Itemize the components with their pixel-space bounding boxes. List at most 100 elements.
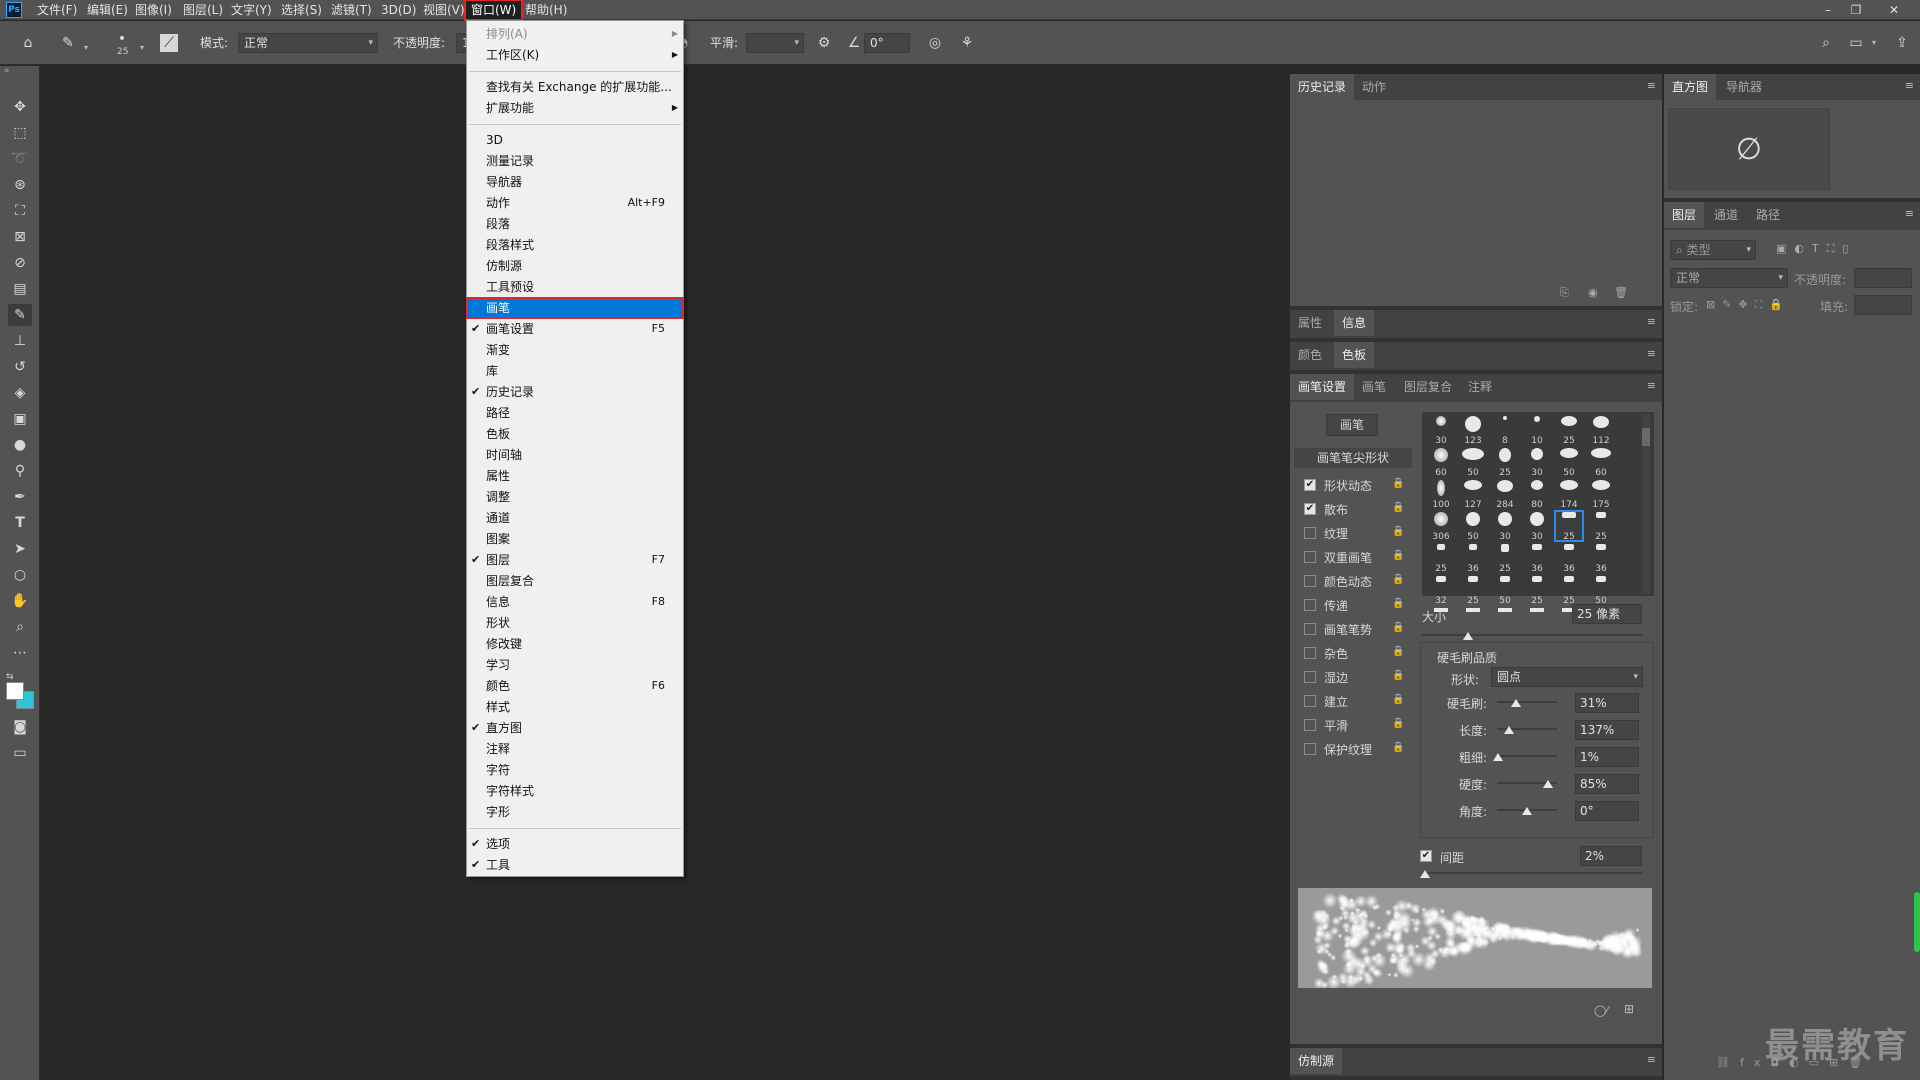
brush-tip-shape-item[interactable]: 画笔笔尖形状 <box>1294 448 1412 468</box>
frame-tool-icon[interactable]: ⊠ <box>8 226 32 248</box>
brush-tip-item[interactable]: 123 <box>1458 414 1488 446</box>
brush-option-label[interactable]: 杂色 <box>1324 645 1348 662</box>
type-tool-icon[interactable]: T <box>8 512 32 534</box>
panel-menu-icon[interactable]: ≡ <box>1647 79 1656 92</box>
collapse-icon[interactable]: » <box>4 66 10 76</box>
tab-histogram[interactable]: 直方图 <box>1664 74 1717 100</box>
window-menu-item[interactable]: 样式 <box>467 697 683 717</box>
brush-option-label[interactable]: 散布 <box>1324 501 1348 518</box>
brush-tip-item[interactable]: 36 <box>1554 542 1584 574</box>
window-menu-item[interactable]: 调整 <box>467 487 683 507</box>
window-menu-item[interactable]: 段落样式 <box>467 235 683 255</box>
brush-tip-item[interactable]: 284 <box>1490 478 1520 510</box>
brush-option-checkbox[interactable] <box>1304 743 1316 755</box>
brush-option-checkbox[interactable] <box>1304 599 1316 611</box>
brush-tip-item[interactable]: 8 <box>1490 414 1520 446</box>
brush-tip-item[interactable]: 36 <box>1458 542 1488 574</box>
quick-mask-icon[interactable]: ◙ <box>8 716 32 738</box>
bristle-slider-thumb[interactable] <box>1510 699 1521 707</box>
layer-fill-input[interactable] <box>1854 295 1912 315</box>
new-brush-icon[interactable]: ⊞ <box>1624 1002 1634 1016</box>
brush-tip-item[interactable]: 50 <box>1490 574 1520 606</box>
window-menu-item[interactable]: 3D <box>467 130 683 150</box>
tab-channels[interactable]: 通道 <box>1706 202 1746 228</box>
panel-menu-icon[interactable]: ≡ <box>1647 1053 1656 1066</box>
brush-tip-item[interactable]: 306 <box>1426 510 1456 542</box>
tab-clone-source[interactable]: 仿制源 <box>1290 1048 1343 1074</box>
brush-tip-item[interactable] <box>1458 606 1488 618</box>
restore-icon[interactable]: ❐ <box>1846 2 1866 18</box>
brush-option-checkbox[interactable]: ✔ <box>1304 479 1316 491</box>
bristle-slider[interactable] <box>1497 701 1557 703</box>
close-icon[interactable]: ✕ <box>1884 2 1904 18</box>
menu-0[interactable]: 文件(F) <box>32 1 82 19</box>
window-menu-item[interactable]: 字符样式 <box>467 781 683 801</box>
lock-icon[interactable]: 🔒 <box>1392 622 1404 633</box>
window-menu-item[interactable]: 选项 ✔ <box>467 834 683 854</box>
tab-actions[interactable]: 动作 <box>1354 74 1394 100</box>
spacing-slider-thumb[interactable] <box>1420 870 1430 878</box>
marquee-tool-icon[interactable]: ⬚ <box>8 122 32 144</box>
menu-8[interactable]: 视图(V) <box>418 1 470 19</box>
layer-filter-select[interactable]: ⌕ 类型 ▾ <box>1670 240 1756 260</box>
brush-tip-item[interactable]: 50 <box>1586 574 1616 606</box>
window-menu-item[interactable]: 字符 <box>467 760 683 780</box>
brush-option-label[interactable]: 颜色动态 <box>1324 573 1372 590</box>
brush-option-label[interactable]: 平滑 <box>1324 717 1348 734</box>
panel-menu-icon[interactable]: ≡ <box>1647 315 1656 328</box>
blur-tool-icon[interactable]: ● <box>8 434 32 456</box>
brush-tip-item[interactable]: 32 <box>1426 574 1456 606</box>
brush-tip-item[interactable]: 60 <box>1426 446 1456 478</box>
menu-6[interactable]: 滤镜(T) <box>326 1 377 19</box>
lock-icon[interactable]: 🔒 <box>1392 550 1404 561</box>
window-menu-item[interactable]: 色板 <box>467 424 683 444</box>
tab-layer-comps[interactable]: 图层复合 <box>1396 374 1460 400</box>
eraser-tool-icon[interactable]: ◈ <box>8 382 32 404</box>
share-icon[interactable]: ⇪ <box>1892 33 1912 53</box>
size-input[interactable]: 25 像素 <box>1572 604 1642 624</box>
panel-menu-icon[interactable]: ≡ <box>1647 379 1656 392</box>
pen-tool-icon[interactable]: ✒ <box>8 486 32 508</box>
brush-tip-item[interactable]: 175 <box>1586 478 1616 510</box>
brush-tip-item[interactable]: 25 <box>1522 574 1552 606</box>
window-menu-item[interactable]: 路径 <box>467 403 683 423</box>
bristle-slider-thumb[interactable] <box>1504 726 1514 734</box>
window-menu-item[interactable]: 工具 ✔ <box>467 855 683 875</box>
brush-tip-item[interactable] <box>1522 606 1552 618</box>
lock-icon[interactable]: 🔒 <box>1392 670 1404 681</box>
shape-select[interactable]: 圆点 ▾ <box>1491 667 1643 687</box>
symmetry-icon[interactable]: ⚘ <box>957 33 977 53</box>
tab-paths[interactable]: 路径 <box>1748 202 1788 228</box>
brush-tip-item[interactable]: 174 <box>1554 478 1584 510</box>
brush-tip-item[interactable]: 30 <box>1490 510 1520 542</box>
window-menu-item[interactable]: 查找有关 Exchange 的扩展功能... <box>467 77 683 97</box>
bristle-slider[interactable] <box>1497 755 1557 757</box>
brush-option-label[interactable]: 双重画笔 <box>1324 549 1372 566</box>
bristle-value-input[interactable]: 85% <box>1575 774 1639 794</box>
window-menu-item[interactable]: 仿制源 <box>467 256 683 276</box>
bristle-value-input[interactable]: 0° <box>1575 801 1639 821</box>
spacing-input[interactable]: 2% <box>1580 846 1642 866</box>
brush-option-checkbox[interactable] <box>1304 647 1316 659</box>
lock-icon[interactable]: 🔒 <box>1392 478 1404 489</box>
blend-mode-select[interactable]: 正常 ▾ <box>1670 268 1788 288</box>
brush-tip-item[interactable]: 25 <box>1490 446 1520 478</box>
brush-option-label[interactable]: 纹理 <box>1324 525 1348 542</box>
brush-option-label[interactable]: 传递 <box>1324 597 1348 614</box>
lock-icon[interactable]: 🔒 <box>1392 742 1404 753</box>
bristle-value-input[interactable]: 137% <box>1575 720 1639 740</box>
lock-icon[interactable]: 🔒 <box>1392 598 1404 609</box>
brush-option-label[interactable]: 保护纹理 <box>1324 741 1372 758</box>
brush-option-checkbox[interactable]: ✔ <box>1304 503 1316 515</box>
brush-panel-toggle-icon[interactable]: ⟋ <box>160 34 178 52</box>
lock-icon[interactable]: 🔒 <box>1392 574 1404 585</box>
brush-tip-item[interactable]: 30 <box>1522 510 1552 542</box>
ellipse-tool-icon[interactable]: ○ <box>8 564 32 586</box>
bristle-slider-thumb[interactable] <box>1492 753 1503 761</box>
camera-icon[interactable]: ◉ <box>1588 286 1598 299</box>
lock-icons[interactable]: ⊠✎✥⛶🔒 <box>1706 298 1790 312</box>
gradient-tool-icon[interactable]: ▣ <box>8 408 32 430</box>
lasso-tool-icon[interactable]: ➰ <box>8 148 32 170</box>
tab-color[interactable]: 颜色 <box>1290 342 1330 368</box>
tab-properties[interactable]: 属性 <box>1290 310 1330 336</box>
